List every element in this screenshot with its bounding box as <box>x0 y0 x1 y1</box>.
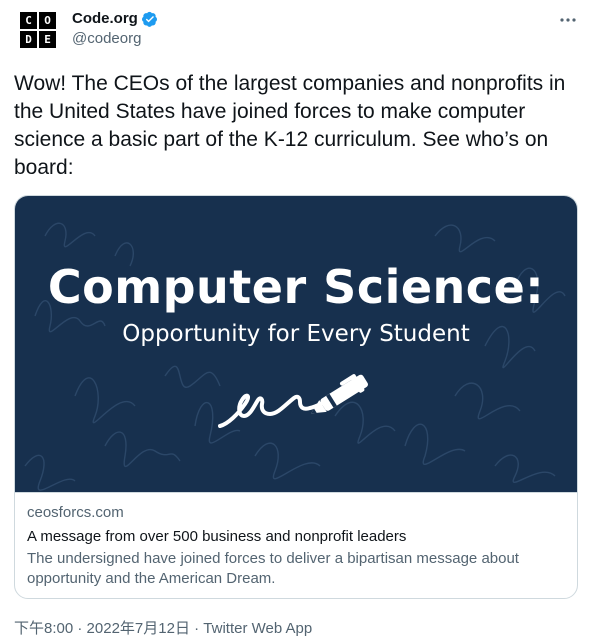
author-name[interactable]: Code.org <box>72 10 138 27</box>
footer-separator: · <box>189 620 204 637</box>
avatar[interactable]: C O D E <box>20 12 56 48</box>
tweet-source[interactable]: Twitter Web App <box>203 620 312 637</box>
verified-badge-icon <box>141 11 157 27</box>
tweet-header: C O D E Code.org @codeorg <box>20 10 578 50</box>
tweet-timestamp[interactable]: 下午8:00 · 2022年7月12日 <box>14 620 190 637</box>
logo-letter: O <box>39 12 56 29</box>
card-description: The undersigned have joined forces to de… <box>27 550 519 587</box>
more-options-button[interactable] <box>558 10 578 30</box>
tweet-text: Wow! The CEOs of the largest companies a… <box>14 72 566 179</box>
card-meta: ceosforcs.com A message from over 500 bu… <box>15 492 577 589</box>
author-handle[interactable]: @codeorg <box>72 30 158 47</box>
card-image-subtitle: Opportunity for Every Student <box>122 321 470 347</box>
logo-letter: E <box>39 31 56 48</box>
tweet-footer: 下午8:00 · 2022年7月12日 · Twitter Web App <box>14 617 312 638</box>
logo-letter: D <box>20 31 37 48</box>
footer-separator: · <box>73 620 87 637</box>
author-block: Code.org @codeorg <box>72 10 158 47</box>
tweet-time: 下午8:00 <box>14 620 74 637</box>
card-image-title: Computer Science: <box>47 260 545 314</box>
tweet-date: 2022年7月12日 <box>86 620 190 637</box>
link-card[interactable]: Computer Science: Opportunity for Every … <box>14 195 578 599</box>
pen-signature-icon <box>218 374 368 428</box>
card-title: A message from over 500 business and non… <box>27 528 407 545</box>
more-horizontal-icon <box>560 18 576 22</box>
card-image: Computer Science: Opportunity for Every … <box>15 196 577 492</box>
logo-letter: C <box>20 12 37 29</box>
card-domain: ceosforcs.com <box>27 504 124 521</box>
